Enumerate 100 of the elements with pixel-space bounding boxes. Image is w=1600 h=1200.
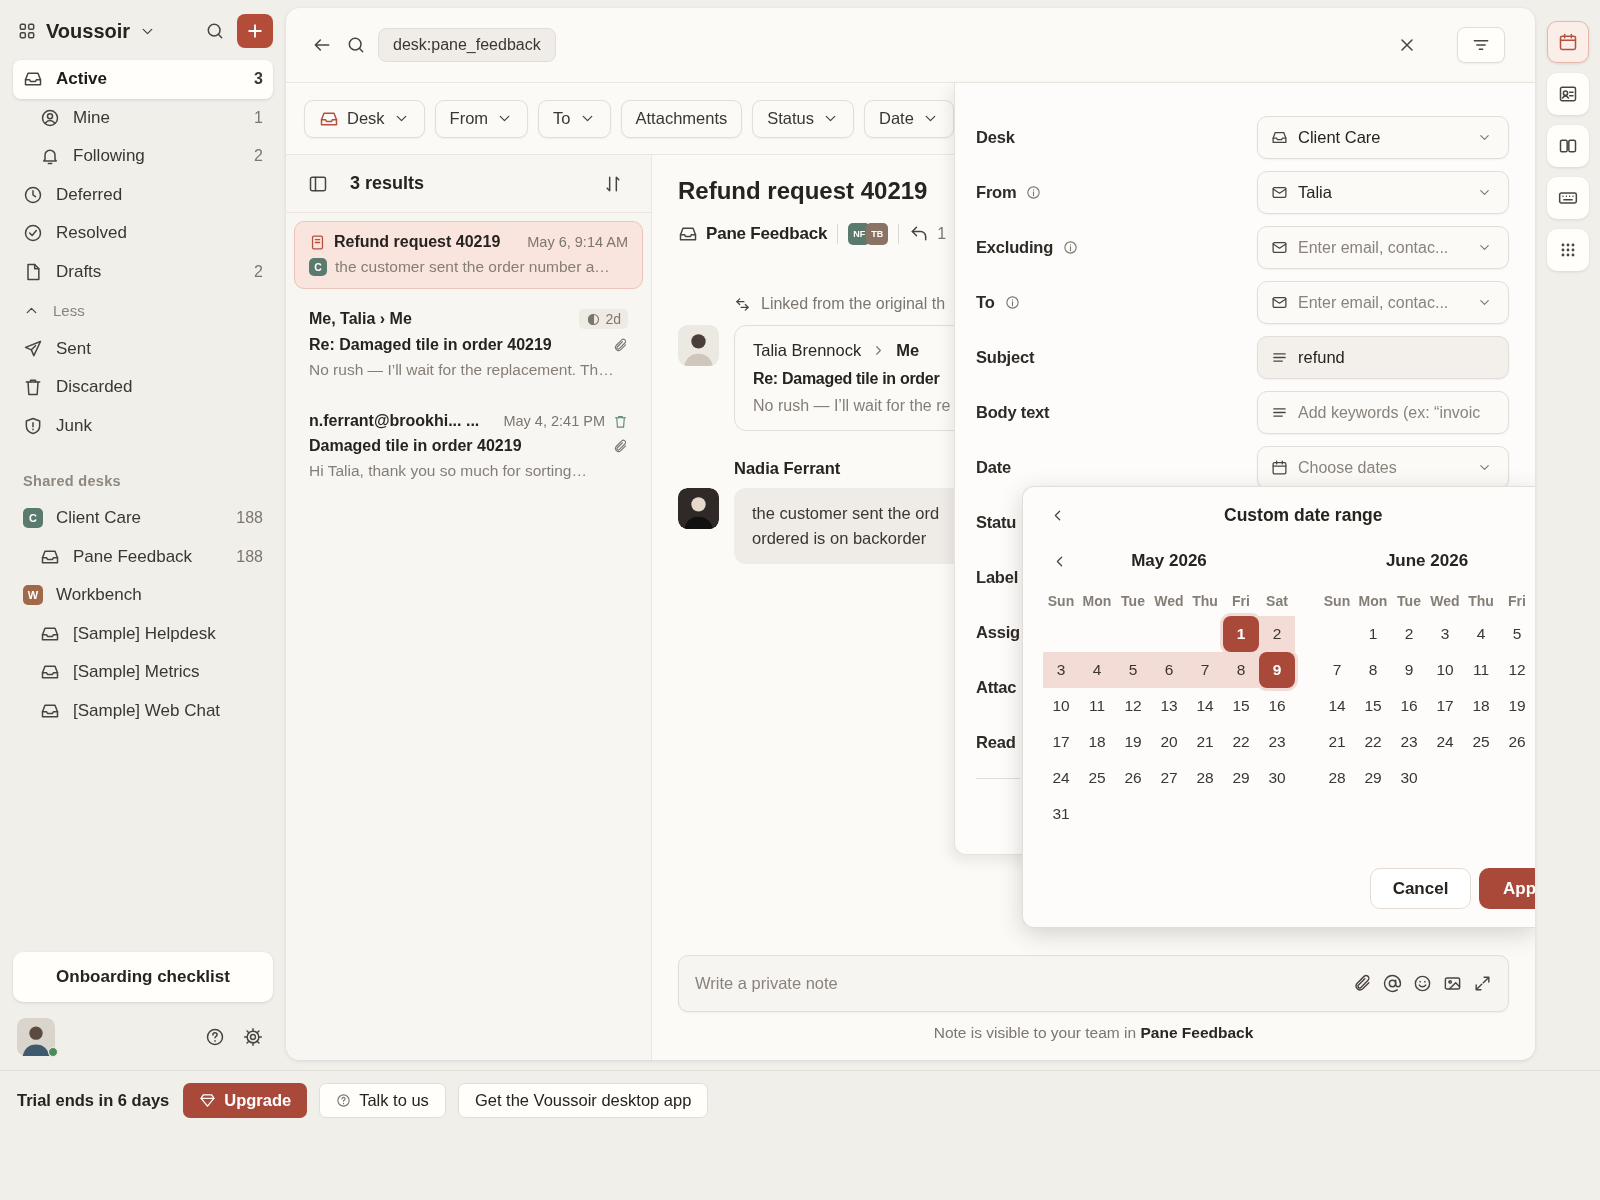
calendar-day[interactable]: 2 — [1259, 616, 1295, 652]
calendar-day[interactable]: 24 — [1043, 760, 1079, 796]
text-field[interactable]: refund — [1257, 336, 1509, 379]
calendar-day[interactable]: 15 — [1223, 688, 1259, 724]
filter-chip[interactable]: To — [538, 99, 611, 138]
calendar-day[interactable]: 30 — [1259, 760, 1295, 796]
calendar-day[interactable]: 22 — [1355, 724, 1391, 760]
nav-item[interactable]: Drafts 2 — [13, 252, 273, 291]
apply-button[interactable]: App — [1479, 868, 1535, 909]
calendar-day[interactable]: 27 — [1151, 760, 1187, 796]
select-field[interactable]: Choose dates — [1257, 446, 1509, 489]
filter-chip[interactable]: Status — [752, 99, 855, 138]
calendar-day[interactable]: 2 — [1391, 616, 1427, 652]
calendar-day[interactable]: 12 — [1115, 688, 1151, 724]
calendar-day[interactable]: 15 — [1355, 688, 1391, 724]
nav-item[interactable]: Mine 1 — [13, 98, 273, 137]
rail-button[interactable] — [1546, 125, 1589, 167]
calendar-day[interactable]: 29 — [1355, 760, 1391, 796]
calendar-day[interactable]: 7 — [1187, 652, 1223, 688]
calendar-day[interactable]: 13 — [1151, 688, 1187, 724]
calendar-day[interactable]: 21 — [1187, 724, 1223, 760]
desk-inbox-item[interactable]: Pane Feedback 188 — [13, 537, 273, 576]
nav-item[interactable]: Sent — [13, 329, 273, 368]
select-field[interactable]: Enter email, contac... — [1257, 281, 1509, 324]
calendar-day[interactable]: 23 — [1259, 724, 1295, 760]
nav-item[interactable]: Active 3 — [13, 60, 273, 99]
calendar-day[interactable]: 14 — [1319, 688, 1355, 724]
calendar-day[interactable]: 3 — [1043, 652, 1079, 688]
nav-item[interactable]: Discarded — [13, 368, 273, 407]
workspace-switcher[interactable]: Voussoir — [17, 19, 193, 43]
calendar-day[interactable]: 18 — [1079, 724, 1115, 760]
conversation-item[interactable]: Refund request 40219 May 6, 9:14 AM C the customer sent the order number a… — [294, 221, 643, 289]
calendar-day[interactable]: 9 — [1259, 652, 1295, 688]
calendar-day[interactable]: 11 — [1463, 652, 1499, 688]
calendar-day[interactable]: 25 — [1463, 724, 1499, 760]
rail-button[interactable] — [1546, 21, 1589, 63]
calendar-day[interactable]: 12 — [1499, 652, 1535, 688]
calendar-day[interactable]: 10 — [1043, 688, 1079, 724]
calendar-day[interactable]: 4 — [1463, 616, 1499, 652]
calendar-day[interactable]: 29 — [1223, 760, 1259, 796]
conversation-item[interactable]: n.ferrant@brookhi... ... May 4, 2:41 PM Damaged tile in order 40219 Hi Talia, thank you so much for sorting… — [294, 400, 643, 493]
calendar-day[interactable]: 22 — [1223, 724, 1259, 760]
calendar-day[interactable]: 24 — [1427, 724, 1463, 760]
calendar-day[interactable]: 23 — [1391, 724, 1427, 760]
select-field[interactable]: Client Care — [1257, 116, 1509, 159]
calendar-day[interactable]: 19 — [1499, 688, 1535, 724]
nav-item[interactable]: Following 2 — [13, 137, 273, 176]
desk-inbox-item[interactable]: [Sample] Web Chat — [13, 691, 273, 730]
calendar-day[interactable]: 19 — [1115, 724, 1151, 760]
calendar-day[interactable]: 7 — [1319, 652, 1355, 688]
calendar-day[interactable]: 18 — [1463, 688, 1499, 724]
calendar-day[interactable]: 14 — [1187, 688, 1223, 724]
desk-item[interactable]: C Client Care 188 — [13, 499, 273, 538]
text-field[interactable]: Add keywords (ex: “invoic — [1257, 391, 1509, 434]
conversation-item[interactable]: Me, Talia › Me 2d Re: Damaged tile in order 40219 No rush — I’ll wait for the replacement. Th… — [294, 297, 643, 392]
calendar-day[interactable]: 16 — [1391, 688, 1427, 724]
upgrade-button[interactable]: Upgrade — [183, 1083, 308, 1118]
filter-chip[interactable]: Attachments — [620, 99, 743, 138]
avatar[interactable] — [17, 1018, 55, 1056]
calendar-day[interactable]: 17 — [1427, 688, 1463, 724]
filter-chip[interactable]: Desk — [304, 99, 425, 138]
desk-item[interactable]: W Workbench — [13, 576, 273, 615]
nav-item[interactable]: Junk — [13, 406, 273, 445]
calendar-day[interactable]: 26 — [1499, 724, 1535, 760]
compose-button[interactable] — [237, 14, 273, 48]
select-field[interactable]: Talia — [1257, 171, 1509, 214]
calendar-day[interactable]: 30 — [1391, 760, 1427, 796]
calendar-day[interactable]: 6 — [1151, 652, 1187, 688]
nav-item[interactable]: Deferred — [13, 175, 273, 214]
filter-chip[interactable]: From — [434, 99, 529, 138]
calendar-day[interactable]: 1 — [1355, 616, 1391, 652]
search-query-chip[interactable]: desk:pane_feedback — [378, 28, 556, 62]
filter-chip[interactable]: Date — [864, 99, 954, 138]
onboarding-button[interactable]: Onboarding checklist — [13, 952, 273, 1002]
calendar-day[interactable]: 26 — [1115, 760, 1151, 796]
calendar-day[interactable]: 11 — [1079, 688, 1115, 724]
calendar-day[interactable]: 31 — [1043, 796, 1079, 832]
cancel-button[interactable]: Cancel — [1370, 868, 1471, 909]
calendar-day[interactable]: 10 — [1427, 652, 1463, 688]
talk-to-us-button[interactable]: Talk to us — [319, 1083, 446, 1118]
rail-button[interactable] — [1546, 177, 1589, 219]
calendar-day[interactable]: 9 — [1391, 652, 1427, 688]
calendar-day[interactable]: 16 — [1259, 688, 1295, 724]
calendar-day[interactable]: 20 — [1151, 724, 1187, 760]
note-input[interactable]: Write a private note — [678, 955, 1509, 1012]
calendar-day[interactable]: 5 — [1499, 616, 1535, 652]
calendar-day[interactable]: 3 — [1427, 616, 1463, 652]
select-field[interactable]: Enter email, contac... — [1257, 226, 1509, 269]
calendar-day[interactable]: 8 — [1355, 652, 1391, 688]
filter-button[interactable] — [1457, 27, 1505, 63]
desk-inbox-item[interactable]: [Sample] Helpdesk — [13, 614, 273, 653]
desktop-app-button[interactable]: Get the Voussoir desktop app — [457, 1083, 709, 1118]
calendar-day[interactable]: 17 — [1043, 724, 1079, 760]
calendar-day[interactable]: 28 — [1319, 760, 1355, 796]
desk-inbox-item[interactable]: [Sample] Metrics — [13, 653, 273, 692]
calendar-day[interactable]: 1 — [1223, 616, 1259, 652]
calendar-day[interactable]: 28 — [1187, 760, 1223, 796]
calendar-day[interactable]: 25 — [1079, 760, 1115, 796]
calendar-day[interactable]: 8 — [1223, 652, 1259, 688]
nav-item[interactable]: Resolved — [13, 214, 273, 253]
